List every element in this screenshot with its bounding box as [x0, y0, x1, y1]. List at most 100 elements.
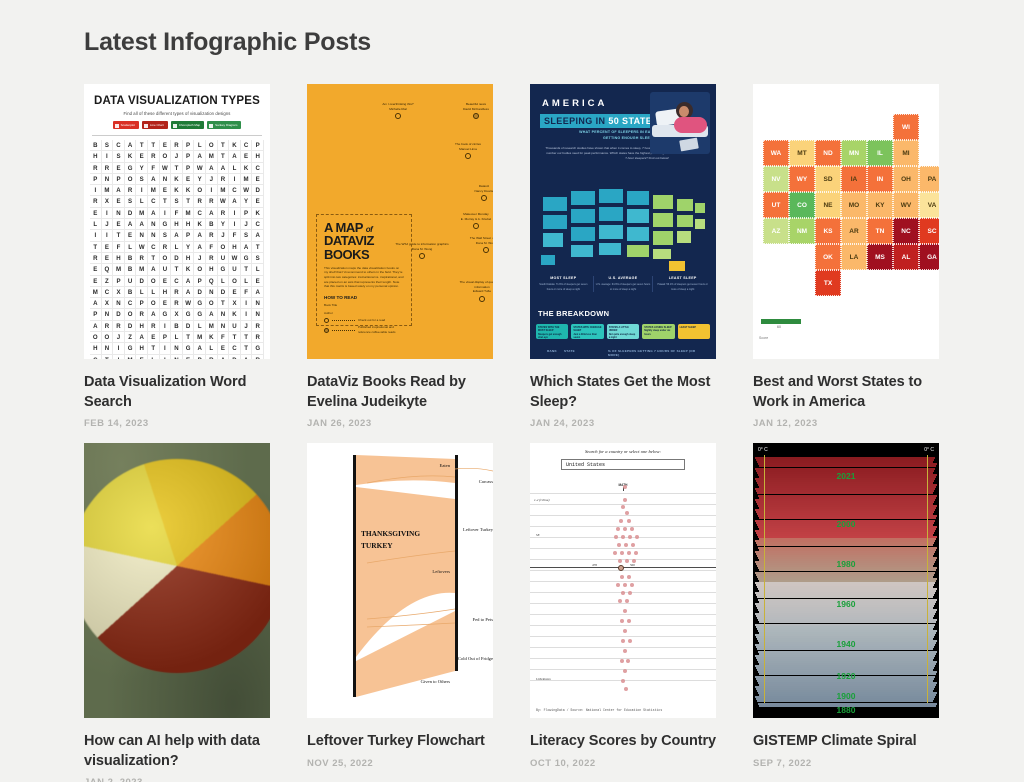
country-dot[interactable] — [628, 639, 632, 644]
country-dot[interactable] — [619, 519, 623, 524]
country-dot[interactable] — [621, 639, 625, 644]
state-tile[interactable]: AL — [893, 244, 919, 270]
country-dot[interactable] — [620, 575, 624, 580]
post-thumbnail-sleep-states[interactable]: AMERICA SLEEPING IN 50 STATES WHAT PERCE… — [530, 84, 716, 359]
post-thumbnail-dataviz-books[interactable]: Am I overthinking this? Michelle Rial Beau… — [307, 84, 493, 359]
country-dot[interactable] — [620, 619, 624, 624]
state-tile[interactable]: IN — [867, 166, 893, 192]
country-dot[interactable] — [623, 669, 627, 674]
country-dot[interactable] — [624, 687, 628, 692]
state-tile[interactable]: KS — [815, 218, 841, 244]
state-tile[interactable]: KY — [867, 192, 893, 218]
country-dot[interactable] — [623, 609, 627, 614]
country-dot[interactable] — [621, 535, 625, 540]
post-card[interactable]: WIWAMTNDMNILMINYNVWYSDIAINOHPANJUTCONEMO… — [753, 84, 939, 429]
country-dot[interactable] — [634, 551, 638, 556]
state-tile[interactable]: NM — [789, 218, 815, 244]
state-tile[interactable]: GA — [919, 244, 939, 270]
country-dot[interactable] — [630, 583, 634, 588]
country-dot[interactable] — [621, 591, 625, 596]
state-tile[interactable]: AR — [841, 218, 867, 244]
country-dot[interactable] — [626, 659, 630, 664]
post-title[interactable]: Literacy Scores by Country — [530, 732, 716, 752]
post-thumbnail-ai-pie[interactable] — [84, 443, 270, 719]
state-tile[interactable]: IA — [841, 166, 867, 192]
post-thumbnail-climate-spiral[interactable]: 0° C 0° C 2021 2000 1980 1960 1940 1920 1900 18… — [753, 443, 939, 719]
post-card[interactable]: DATA VISUALIZATION TYPES Find all of the… — [84, 84, 270, 429]
post-thumbnail-word-search[interactable]: DATA VISUALIZATION TYPES Find all of the… — [84, 84, 270, 359]
state-tile[interactable]: WY — [789, 166, 815, 192]
country-dot[interactable] — [628, 535, 632, 540]
state-tile[interactable]: OH — [893, 166, 919, 192]
post-card[interactable]: Search for a country or select one below… — [530, 443, 716, 782]
word-search-letter: G — [182, 343, 195, 355]
state-tile[interactable]: NC — [893, 218, 919, 244]
country-dot[interactable] — [623, 629, 627, 634]
post-title[interactable]: GISTEMP Climate Spiral — [753, 732, 939, 752]
country-dot[interactable] — [623, 649, 627, 654]
country-dot[interactable] — [620, 551, 624, 556]
state-tile[interactable]: MO — [841, 192, 867, 218]
post-title[interactable]: How can AI help with data visualization? — [84, 732, 270, 771]
state-tile[interactable]: VA — [919, 192, 939, 218]
country-dot[interactable] — [613, 551, 617, 556]
country-dot[interactable] — [624, 543, 628, 548]
country-dot[interactable] — [621, 505, 625, 510]
state-tile[interactable]: MS — [867, 244, 893, 270]
country-dot[interactable] — [635, 535, 639, 540]
state-tile[interactable]: OK — [815, 244, 841, 270]
post-card[interactable]: How can AI help with data visualization?… — [84, 443, 270, 782]
country-dot[interactable] — [616, 583, 620, 588]
state-tile[interactable]: TX — [815, 270, 841, 296]
post-title[interactable]: Leftover Turkey Flowchart — [307, 732, 493, 752]
state-tile[interactable]: NV — [763, 166, 789, 192]
country-dot[interactable] — [631, 543, 635, 548]
state-tile[interactable]: SD — [815, 166, 841, 192]
country-dot[interactable] — [623, 498, 627, 503]
country-dot[interactable] — [628, 591, 632, 596]
post-title[interactable]: DataViz Books Read by Evelina Judeikyte — [307, 373, 493, 412]
state-tile[interactable]: SC — [919, 218, 939, 244]
state-tile[interactable]: CO — [789, 192, 815, 218]
post-title[interactable]: Data Visualization Word Search — [84, 373, 270, 412]
post-title[interactable]: Best and Worst States to Work in America — [753, 373, 939, 412]
post-card[interactable]: THANKSGIVING TURKEY Eaten Leftovers Give… — [307, 443, 493, 782]
country-dot[interactable] — [630, 527, 634, 532]
country-dot[interactable] — [623, 485, 627, 490]
state-tile[interactable]: LA — [841, 244, 867, 270]
post-thumbnail-states-cartogram[interactable]: WIWAMTNDMNILMINYNVWYSDIAINOHPANJUTCONEMO… — [753, 84, 939, 359]
country-dot[interactable] — [617, 543, 621, 548]
state-tile[interactable]: UT — [763, 192, 789, 218]
post-card[interactable]: Am I overthinking this? Michelle Rial Beau… — [307, 84, 493, 429]
country-search-input[interactable] — [561, 459, 685, 471]
country-dot[interactable] — [614, 535, 618, 540]
state-tile[interactable]: MN — [841, 140, 867, 166]
country-dot[interactable] — [627, 551, 631, 556]
country-dot[interactable] — [616, 527, 620, 532]
state-tile[interactable]: WV — [893, 192, 919, 218]
country-dot[interactable] — [625, 559, 629, 564]
country-dot[interactable] — [623, 583, 627, 588]
state-tile[interactable]: WI — [893, 114, 919, 140]
state-tile[interactable]: WA — [763, 140, 789, 166]
country-dot[interactable] — [620, 659, 624, 664]
post-card[interactable]: 0° C 0° C 2021 2000 1980 1960 1940 1920 1900 18… — [753, 443, 939, 782]
state-tile[interactable]: IL — [867, 140, 893, 166]
state-tile[interactable]: MI — [893, 140, 919, 166]
country-dot[interactable] — [618, 559, 622, 564]
post-thumbnail-literacy[interactable]: Search for a country or select one below… — [530, 443, 716, 719]
state-tile[interactable]: NE — [815, 192, 841, 218]
country-dot[interactable] — [621, 679, 625, 684]
country-dot[interactable] — [627, 575, 631, 580]
post-card[interactable]: AMERICA SLEEPING IN 50 STATES WHAT PERCE… — [530, 84, 716, 429]
state-tile[interactable]: PA — [919, 166, 939, 192]
post-title[interactable]: Which States Get the Most Sleep? — [530, 373, 716, 412]
country-dot[interactable] — [627, 519, 631, 524]
state-tile[interactable]: ND — [815, 140, 841, 166]
state-tile[interactable]: AZ — [763, 218, 789, 244]
country-dot[interactable] — [627, 619, 631, 624]
state-tile[interactable]: MT — [789, 140, 815, 166]
country-dot[interactable] — [623, 527, 627, 532]
post-thumbnail-turkey-sankey[interactable]: THANKSGIVING TURKEY Eaten Leftovers Give… — [307, 443, 493, 719]
state-tile[interactable]: TN — [867, 218, 893, 244]
